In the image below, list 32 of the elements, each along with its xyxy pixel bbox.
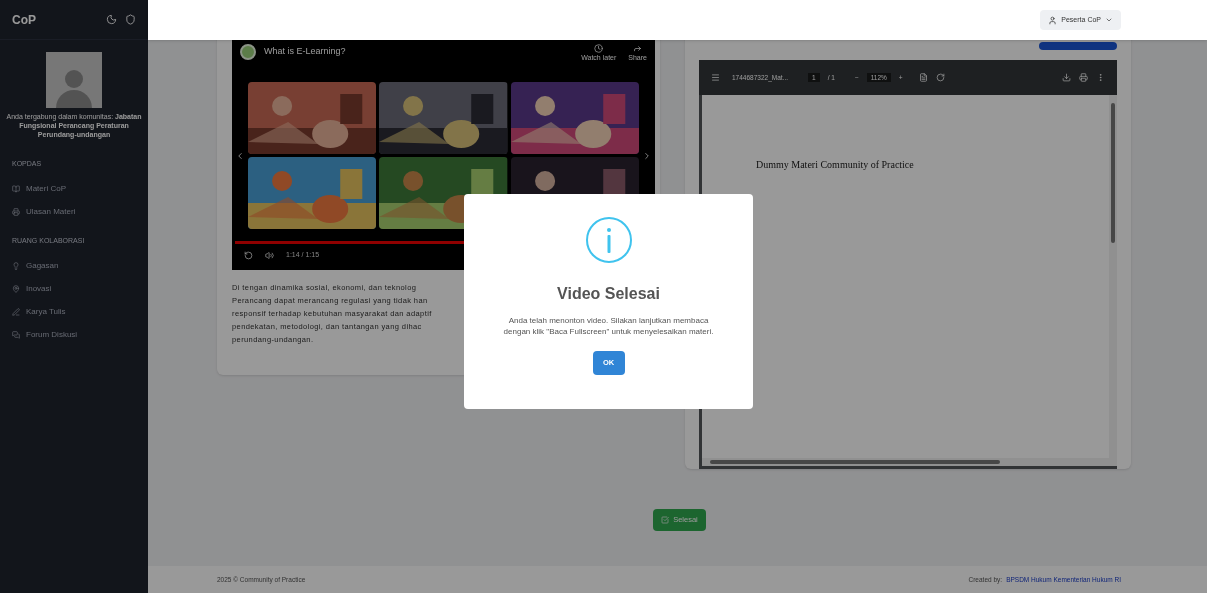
share-icon — [633, 44, 643, 53]
sidebar-item[interactable]: Gagasan — [12, 254, 136, 277]
vertical-scrollbar[interactable] — [1109, 95, 1117, 466]
dialog-title: Video Selesai — [557, 283, 660, 304]
chevron-left-icon[interactable] — [235, 150, 245, 161]
chevron-right-icon[interactable] — [642, 150, 652, 161]
sidebar-item[interactable]: Materi CoP — [12, 177, 136, 201]
horizontal-scrollbar[interactable] — [702, 458, 1109, 466]
channel-logo — [240, 44, 256, 60]
brand-title: CoP — [12, 11, 36, 29]
user-icon — [1048, 15, 1058, 25]
more-icon[interactable] — [1096, 72, 1105, 82]
sidebar-item[interactable]: Inovasi — [12, 277, 136, 300]
dialog-message: Anda telah menonton video. Silakan lanjutkan membaca dengan klik "Baca Fullscreen" untuk menyelesaikan materi. — [502, 314, 715, 337]
download-icon[interactable] — [1062, 72, 1071, 82]
shield-icon[interactable] — [125, 14, 136, 25]
chevron-down-icon — [1105, 16, 1113, 24]
sidebar-item[interactable]: Karya Tulis — [12, 300, 136, 323]
check-icon — [661, 516, 670, 524]
moon-icon[interactable] — [106, 14, 117, 25]
pdf-page-text: Dummy Materi Community of Practice — [756, 159, 914, 171]
fit-page-icon[interactable] — [918, 72, 928, 82]
video-title: What is E-Learning? — [264, 45, 346, 59]
rotate-icon[interactable] — [935, 72, 945, 82]
sidebar-item[interactable]: Ulasan Materi — [12, 200, 136, 224]
volume-icon[interactable] — [265, 250, 274, 260]
clock-icon — [594, 44, 604, 53]
sidebar-item[interactable]: Forum Diskusi — [12, 323, 136, 346]
avatar — [46, 52, 102, 108]
print-icon[interactable] — [1079, 72, 1088, 82]
replay-icon[interactable] — [244, 250, 253, 260]
info-icon — [584, 215, 633, 264]
